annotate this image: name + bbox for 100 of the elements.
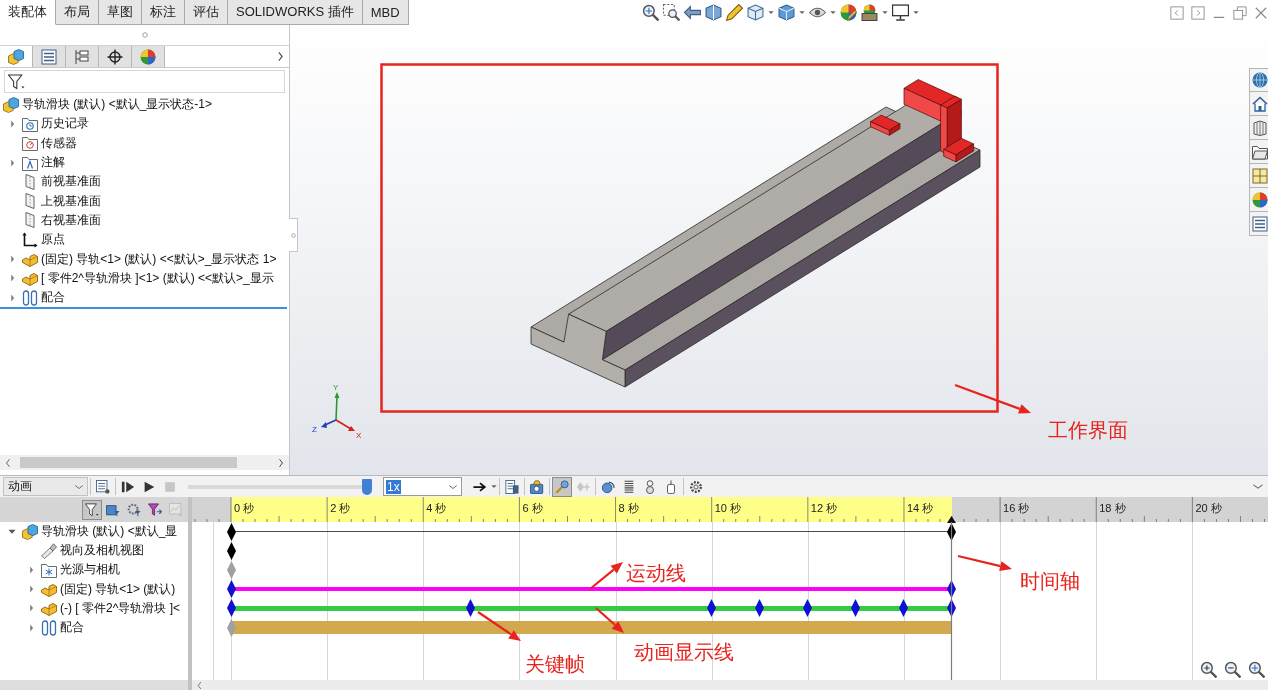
close-icon[interactable] (1254, 5, 1268, 20)
task-pane-tab[interactable] (1249, 164, 1268, 188)
tree-item[interactable]: 历史记录 (22, 115, 89, 133)
caret-right-icon[interactable] (9, 255, 15, 263)
tree-item[interactable]: 注解 (22, 154, 65, 172)
chevron-right-icon[interactable] (277, 457, 285, 468)
tree-item[interactable]: [ 零件2^导轨滑块 ]<1> (默认) <<默认>_显示 (22, 269, 274, 287)
tile-left-icon[interactable] (1170, 5, 1184, 20)
study-dropdown[interactable]: 动画 (3, 477, 88, 496)
keyframe-marker[interactable] (466, 599, 476, 618)
task-pane-tab[interactable] (1249, 116, 1268, 140)
restore-icon[interactable] (1233, 5, 1247, 20)
playback-slider[interactable] (188, 478, 372, 495)
chevron-left-icon[interactable] (196, 680, 203, 690)
filter-field[interactable] (4, 70, 285, 93)
caret-right-icon[interactable] (9, 274, 15, 283)
timeline-scrollbar[interactable] (192, 680, 1268, 690)
caret-icon[interactable] (768, 10, 774, 15)
tree-item[interactable]: 右视基准面 (22, 211, 101, 229)
keyframe-marker[interactable] (898, 599, 908, 618)
scrollbar-thumb[interactable] (20, 457, 237, 468)
tree-item[interactable]: 光源与相机 (41, 561, 120, 579)
keyframe-marker[interactable] (803, 599, 813, 618)
panel-tab[interactable] (99, 46, 132, 67)
display-cube-icon[interactable] (778, 4, 795, 21)
chevron-down-icon[interactable] (1252, 482, 1264, 491)
task-pane-tab[interactable] (1249, 140, 1268, 164)
caret-icon[interactable] (491, 484, 497, 489)
chevron-left-icon[interactable] (4, 457, 12, 468)
tree-item[interactable]: 视向及相机视图 (41, 542, 144, 560)
task-pane-tab[interactable] (1249, 92, 1268, 116)
task-pane-tab[interactable] (1249, 212, 1268, 236)
panel-tab[interactable] (33, 46, 66, 67)
slider-thumb[interactable] (362, 478, 372, 495)
scrollbar[interactable] (0, 680, 188, 690)
keyframe-marker[interactable] (754, 599, 764, 618)
tile-right-icon[interactable] (1191, 5, 1205, 20)
keyframe-marker[interactable] (226, 618, 236, 637)
funnel-icon[interactable] (82, 499, 102, 520)
tree-item[interactable]: (固定) 导轨<1> (默认) <<默认>_显示状态 1> (22, 250, 277, 268)
arrow-left-icon[interactable] (684, 4, 701, 21)
caret-right-icon[interactable] (9, 158, 15, 167)
keyframe-marker[interactable] (226, 580, 236, 599)
keyframe-marker[interactable] (226, 599, 236, 618)
grip-dot-icon[interactable] (141, 32, 148, 38)
keyframe-marker[interactable] (226, 522, 236, 541)
caret-right-icon[interactable] (28, 585, 34, 594)
tree-item[interactable]: 配合 (22, 289, 65, 307)
tree-item[interactable]: 导轨滑块 (默认) <默认_显示状态-1> (3, 96, 213, 114)
keyframe-marker[interactable] (707, 599, 717, 618)
view-cube-icon[interactable] (747, 4, 764, 21)
command-tab[interactable]: SOLIDWORKS 插件 (228, 0, 363, 25)
caret-icon[interactable] (830, 10, 836, 15)
caret-right-icon[interactable] (9, 119, 15, 128)
speed-dropdown[interactable]: 1x (383, 477, 462, 496)
caret-icon[interactable] (799, 10, 805, 15)
caret-icon[interactable] (882, 10, 888, 15)
caret-right-icon[interactable] (28, 604, 34, 613)
monitor-icon[interactable] (892, 4, 909, 21)
caret-down-icon[interactable] (8, 528, 16, 536)
tree-item[interactable]: 配合 (41, 619, 84, 637)
tree-item[interactable]: 前视基准面 (22, 173, 101, 191)
tree-item[interactable]: 原点 (22, 231, 65, 249)
command-tab[interactable]: 评估 (185, 0, 228, 25)
zoom-out-icon[interactable] (1224, 661, 1241, 678)
caret-right-icon[interactable] (28, 623, 34, 632)
zoom-to-fit-icon[interactable] (642, 4, 659, 21)
ruler-track[interactable]: 0 秒 2 秒 4 秒 6 秒 8 秒 10 秒 12 秒 14 秒 16 秒 18 秒 20 秒 (231, 497, 1268, 522)
zoom-area-icon[interactable] (663, 4, 680, 21)
tree-item[interactable]: (-) [ 零件2^导轨滑块 ]< (41, 599, 180, 617)
keyframe-marker[interactable] (947, 580, 957, 599)
tree-item[interactable]: 传感器 (22, 134, 77, 152)
rollback-bar[interactable] (0, 307, 287, 310)
scrollbar[interactable] (0, 455, 289, 470)
splitter-handle[interactable] (289, 218, 298, 252)
command-tab[interactable]: MBD (362, 0, 409, 25)
command-tab[interactable]: 标注 (142, 0, 185, 25)
keyframe-marker[interactable] (226, 560, 236, 579)
chevron-right-icon[interactable] (276, 51, 285, 62)
pencil-icon[interactable] (726, 4, 743, 21)
keyframe-marker[interactable] (851, 599, 861, 618)
section-view-icon[interactable] (705, 4, 722, 21)
task-pane-tab[interactable] (1249, 188, 1268, 212)
command-tab[interactable]: 布局 (56, 0, 99, 25)
caret-right-icon[interactable] (28, 565, 34, 574)
tree-item[interactable]: (固定) 导轨<1> (默认) (41, 580, 176, 598)
caret-right-icon[interactable] (9, 293, 15, 302)
zoom-to-fit-icon[interactable] (1248, 661, 1265, 678)
tree-item[interactable]: 导轨滑块 (默认) <默认_显 (22, 523, 178, 541)
keyframe-marker[interactable] (226, 541, 236, 560)
caret-icon[interactable] (913, 10, 919, 15)
key-icon[interactable] (552, 476, 572, 497)
keyframe-marker[interactable] (947, 599, 957, 618)
color-scene-icon[interactable] (861, 4, 878, 21)
color-ball-pencil-icon[interactable] (840, 4, 857, 21)
tree-item[interactable]: 上视基准面 (22, 192, 101, 210)
task-pane-tab[interactable] (1249, 68, 1268, 92)
command-tab[interactable]: 草图 (99, 0, 142, 25)
time-bar[interactable] (947, 516, 957, 680)
zoom-in-icon[interactable] (1200, 661, 1217, 678)
